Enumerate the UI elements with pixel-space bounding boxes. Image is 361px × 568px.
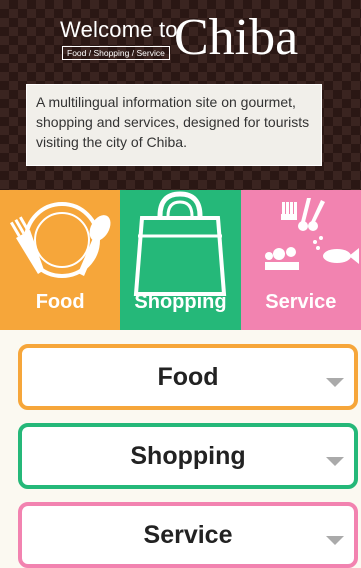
- tile-shopping-label: Shopping: [134, 291, 227, 313]
- accordion-service-label: Service: [143, 520, 233, 549]
- accordion-service[interactable]: Service: [18, 502, 358, 568]
- intro-text: A multilingual information site on gourm…: [26, 84, 322, 166]
- accordion-food[interactable]: Food: [18, 344, 358, 410]
- header: Welcome to Food / Shopping / Service Chi…: [0, 0, 361, 190]
- tile-food-label: Food: [35, 291, 85, 313]
- chevron-down-icon: [326, 536, 344, 545]
- accordion-food-label: Food: [157, 362, 219, 391]
- logo-tagline: Food / Shopping / Service: [62, 46, 170, 60]
- site-logo[interactable]: Welcome to Food / Shopping / Service Chi…: [52, 9, 332, 70]
- chevron-down-icon: [326, 378, 344, 387]
- chevron-down-icon: [326, 457, 344, 466]
- logo-brand: Chiba: [174, 9, 299, 66]
- accordion-shopping-label: Shopping: [130, 441, 246, 470]
- tile-shopping[interactable]: Shopping: [120, 190, 241, 330]
- tile-food[interactable]: Food: [0, 190, 121, 330]
- logo-welcome-text: Welcome to: [60, 17, 178, 42]
- accordion-shopping[interactable]: Shopping: [18, 423, 358, 489]
- category-tiles: Food Shopping Service: [0, 190, 361, 330]
- tile-service-label: Service: [265, 291, 337, 313]
- tile-service[interactable]: Service: [240, 190, 361, 330]
